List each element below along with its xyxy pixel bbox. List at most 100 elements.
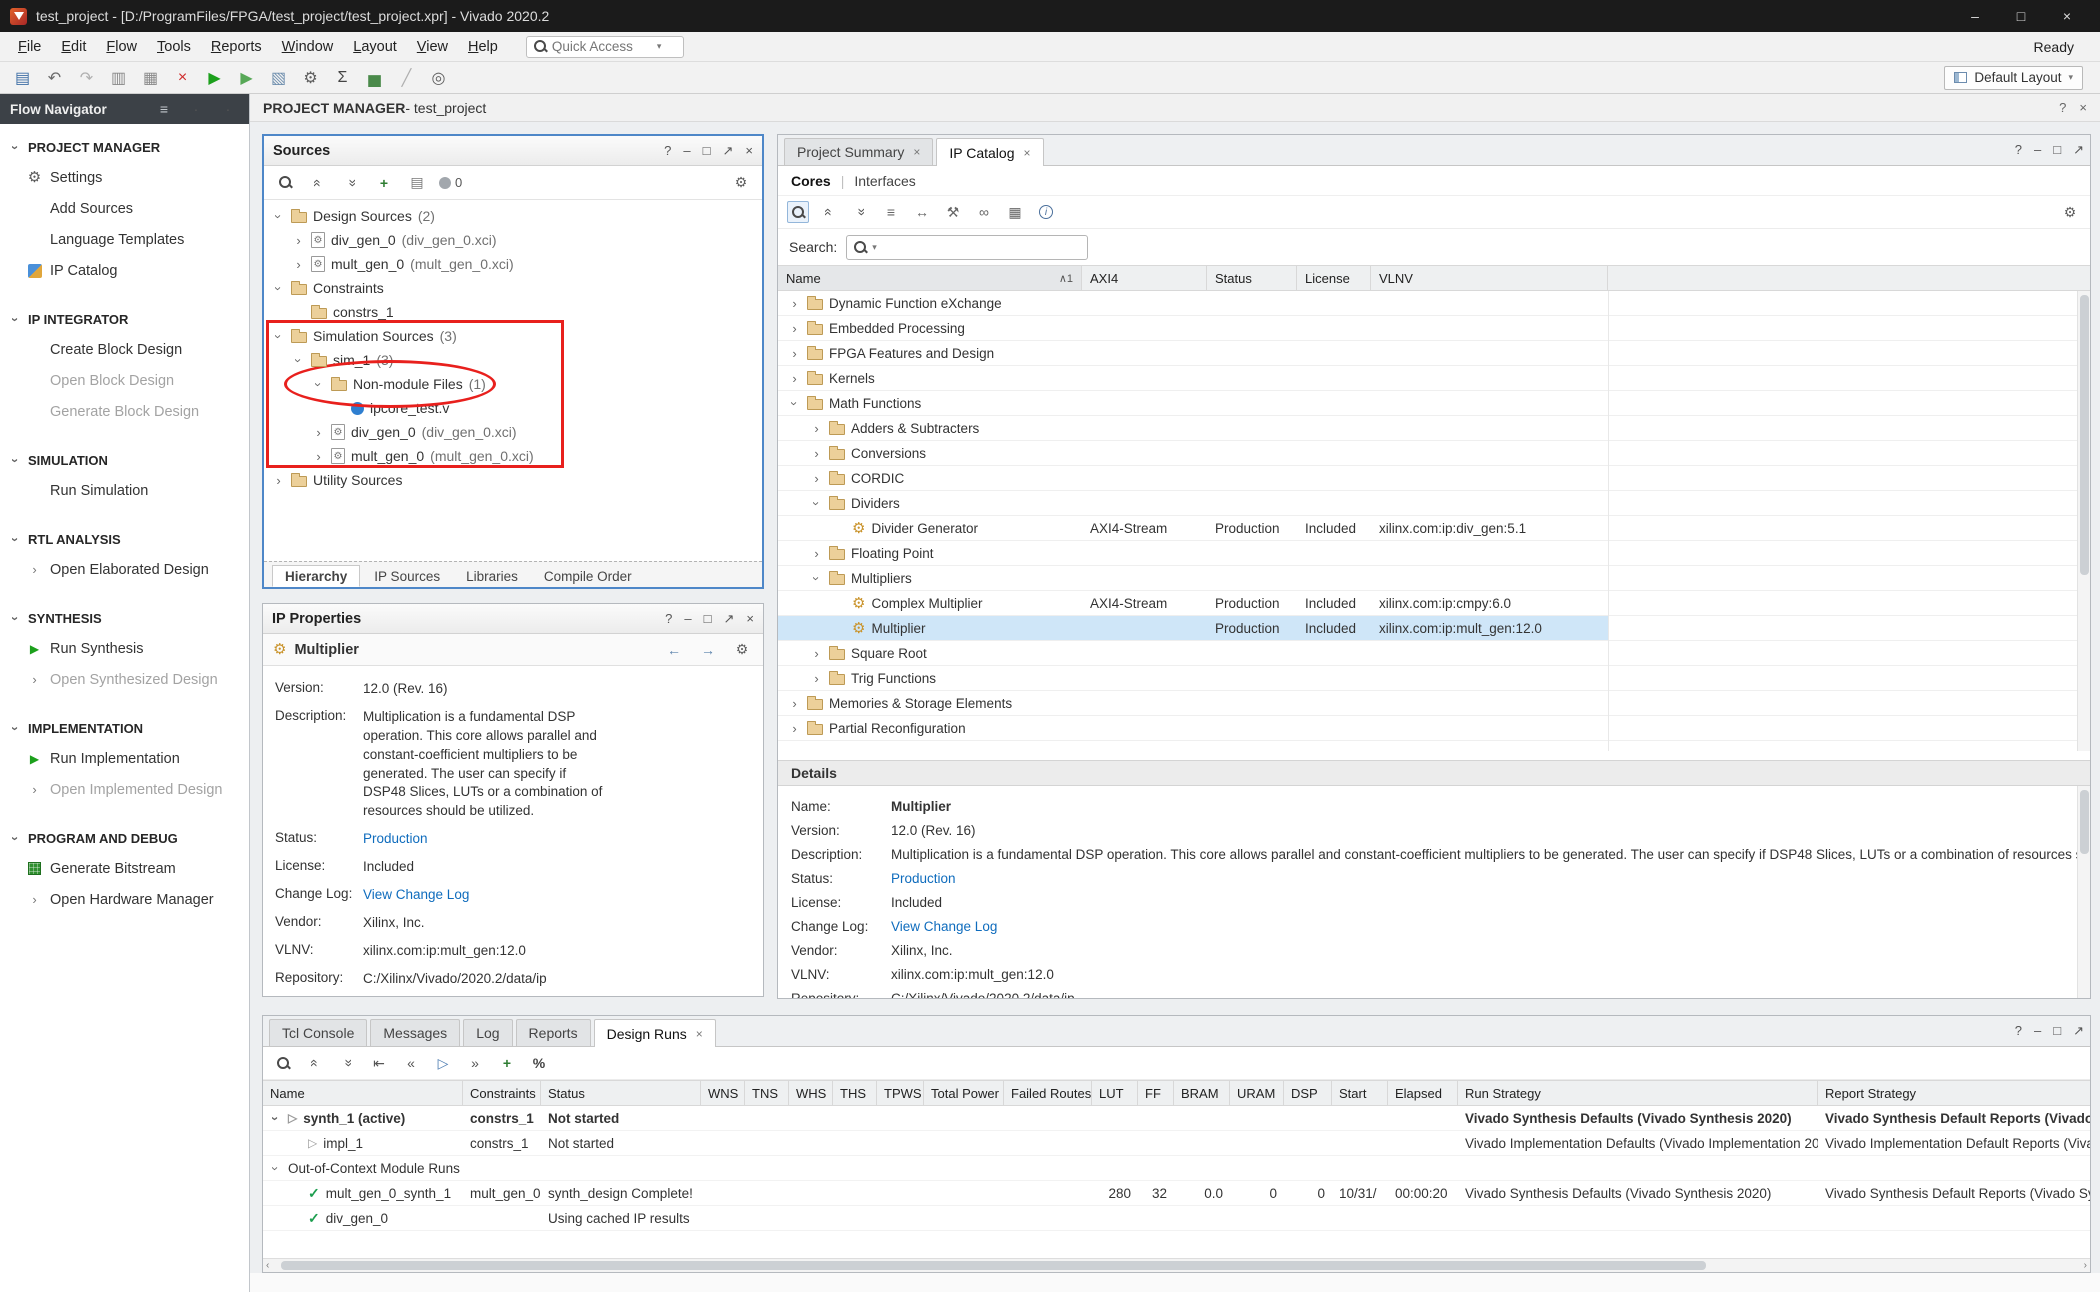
close-tab-icon[interactable]: × xyxy=(696,1027,703,1041)
flow-item-open-synthesized-design[interactable]: ›Open Synthesized Design xyxy=(0,664,249,695)
expand-all-icon[interactable]: « xyxy=(340,172,362,194)
chevron-right-icon[interactable]: › xyxy=(788,297,801,310)
chevron-down-icon[interactable]: › xyxy=(788,397,801,410)
chevron-right-icon[interactable]: › xyxy=(810,472,823,485)
ip-catalog-scrollbar[interactable] xyxy=(2077,291,2090,751)
customize-icon[interactable]: ⚒ xyxy=(942,201,964,223)
catalog-row-adders-subtracters[interactable]: ›Adders & Subtracters xyxy=(778,416,2090,441)
view-tab-interfaces[interactable]: Interfaces xyxy=(854,173,915,189)
runs-column-tns[interactable]: TNS xyxy=(745,1081,789,1105)
tree-item-ipcore-test-v[interactable]: ipcore_test.v xyxy=(264,396,762,420)
help-icon[interactable]: ? xyxy=(2015,1023,2022,1039)
redo-icon[interactable]: ↷ xyxy=(73,66,100,90)
catalog-row-memories-storage-elements[interactable]: ›Memories & Storage Elements xyxy=(778,691,2090,716)
menu-item-layout[interactable]: Layout xyxy=(343,35,407,59)
catalog-row-trig-functions[interactable]: ›Trig Functions xyxy=(778,666,2090,691)
flow-section-header[interactable]: ›SYNTHESIS xyxy=(0,603,249,633)
sources-tab-hierarchy[interactable]: Hierarchy xyxy=(272,565,360,587)
close-icon[interactable]: × xyxy=(745,143,753,158)
details-scrollbar[interactable] xyxy=(2077,786,2090,998)
runs-column-start[interactable]: Start xyxy=(1332,1081,1388,1105)
settings-icon[interactable]: ⚙ xyxy=(297,66,324,90)
chevron-right-icon[interactable]: › xyxy=(810,547,823,560)
tree-item-constraints[interactable]: ›Constraints xyxy=(264,276,762,300)
tab-design-runs[interactable]: Design Runs× xyxy=(594,1019,716,1047)
link-production[interactable]: Production xyxy=(363,830,607,849)
flow-item-open-implemented-design[interactable]: ›Open Implemented Design xyxy=(0,774,249,805)
chevron-right-icon[interactable]: › xyxy=(810,672,823,685)
column-header-axi4[interactable]: AXI4 xyxy=(1082,266,1207,290)
flow-item-run-synthesis[interactable]: ▶Run Synthesis xyxy=(0,633,249,664)
scrollbar-thumb[interactable] xyxy=(2080,295,2089,575)
ip-properties-panel-header[interactable]: IP Properties ?–□↗× xyxy=(263,604,763,634)
chevron-right-icon[interactable]: › xyxy=(810,447,823,460)
menu-item-window[interactable]: Window xyxy=(272,35,344,59)
info-icon[interactable]: i xyxy=(1035,201,1057,223)
chevron-right-icon[interactable]: › xyxy=(272,474,285,487)
reports-icon[interactable]: ▧ xyxy=(265,66,292,90)
add-icon[interactable]: + xyxy=(496,1052,518,1074)
tree-item-mult-gen-0[interactable]: ›⚙mult_gen_0(mult_gen_0.xci) xyxy=(264,252,762,276)
search-icon[interactable] xyxy=(272,1052,294,1074)
minimize-icon[interactable]: – xyxy=(2034,142,2041,158)
settings-icon[interactable]: ⚙ xyxy=(730,172,752,194)
run-row-mult-gen-0-synth-1[interactable]: ✓mult_gen_0_synth_1mult_gen_0synth_desig… xyxy=(263,1181,2090,1206)
catalog-row-conversions[interactable]: ›Conversions xyxy=(778,441,2090,466)
flow-item-run-implementation[interactable]: ▶Run Implementation xyxy=(0,743,249,774)
catalog-row-cordic[interactable]: ›CORDIC xyxy=(778,466,2090,491)
runs-column-total-power[interactable]: Total Power xyxy=(924,1081,1004,1105)
runs-column-constraints[interactable]: Constraints xyxy=(463,1081,541,1105)
sum-icon[interactable]: Σ xyxy=(329,66,356,90)
minimize-icon[interactable]: – xyxy=(683,143,690,158)
tree-item-div-gen-0[interactable]: ›⚙div_gen_0(div_gen_0.xci) xyxy=(264,420,762,444)
probe-icon[interactable]: ◎ xyxy=(425,66,452,90)
to-start-icon[interactable]: ⇤ xyxy=(368,1052,390,1074)
run-step-icon[interactable]: ▶ xyxy=(233,66,260,90)
maximize-icon[interactable]: □ xyxy=(2053,1023,2061,1039)
runs-column-tpws[interactable]: TPWS xyxy=(877,1081,924,1105)
runs-column-name[interactable]: Name xyxy=(263,1081,463,1105)
flow-item-create-block-design[interactable]: Create Block Design xyxy=(0,334,249,365)
ip-catalog-search-box[interactable]: ▾ xyxy=(846,235,1088,260)
catalog-row-square-root[interactable]: ›Square Root xyxy=(778,641,2090,666)
link-production[interactable]: Production xyxy=(891,871,956,886)
tab-project-summary[interactable]: Project Summary× xyxy=(784,138,933,165)
float-icon[interactable]: ↗ xyxy=(724,611,735,627)
help-icon[interactable]: ? xyxy=(664,143,671,158)
layout-selector[interactable]: Default Layout ▾ xyxy=(1944,66,2083,90)
chevron-down-icon[interactable]: › xyxy=(312,378,325,391)
collapse-all-icon[interactable]: « xyxy=(307,172,329,194)
close-icon[interactable]: × xyxy=(2079,100,2087,115)
column-header-status[interactable]: Status xyxy=(1207,266,1297,290)
sources-panel-header[interactable]: Sources ?–□↗× xyxy=(264,136,762,166)
ip-catalog-search-input[interactable] xyxy=(882,240,1080,255)
chevron-right-icon[interactable]: › xyxy=(292,258,305,271)
close-icon[interactable]: × xyxy=(746,611,754,626)
search-icon[interactable] xyxy=(274,172,296,194)
run-row-impl-1[interactable]: ▷impl_1constrs_1Not startedVivado Implem… xyxy=(263,1131,2090,1156)
scroll-right-icon[interactable]: › xyxy=(2084,1260,2087,1271)
back-icon[interactable]: ← xyxy=(663,639,685,661)
tab-reports[interactable]: Reports xyxy=(516,1019,591,1046)
delete-icon[interactable]: × xyxy=(169,66,196,90)
tree-item-div-gen-0[interactable]: ›⚙div_gen_0(div_gen_0.xci) xyxy=(264,228,762,252)
tab-messages[interactable]: Messages xyxy=(370,1019,460,1046)
menu-item-tools[interactable]: Tools xyxy=(147,35,201,59)
chevron-down-icon[interactable]: › xyxy=(269,1112,282,1125)
settings-icon[interactable]: ⚙ xyxy=(731,639,753,661)
run-outline-icon[interactable]: ▷ xyxy=(432,1052,454,1074)
percent-icon[interactable]: % xyxy=(528,1052,550,1074)
save-icon[interactable]: ▤ xyxy=(9,66,36,90)
forward-nav-icon[interactable]: → xyxy=(697,639,719,661)
flow-item-ip-catalog[interactable]: IP Catalog xyxy=(0,255,249,286)
runs-column-bram[interactable]: BRAM xyxy=(1174,1081,1230,1105)
tree-item-mult-gen-0[interactable]: ›⚙mult_gen_0(mult_gen_0.xci) xyxy=(264,444,762,468)
view-tab-cores[interactable]: Cores xyxy=(791,173,831,189)
flow-section-header[interactable]: ›PROGRAM AND DEBUG xyxy=(0,823,249,853)
minimize-icon[interactable]: – xyxy=(684,611,691,626)
flow-item-generate-bitstream[interactable]: Generate Bitstream xyxy=(0,853,249,884)
catalog-row-divider-generator[interactable]: ⚙Divider GeneratorAXI4-StreamProductionI… xyxy=(778,516,2090,541)
sources-tab-ip-sources[interactable]: IP Sources xyxy=(362,565,452,587)
maximize-icon[interactable]: □ xyxy=(2053,142,2061,158)
float-icon[interactable]: ↗ xyxy=(2073,142,2084,158)
